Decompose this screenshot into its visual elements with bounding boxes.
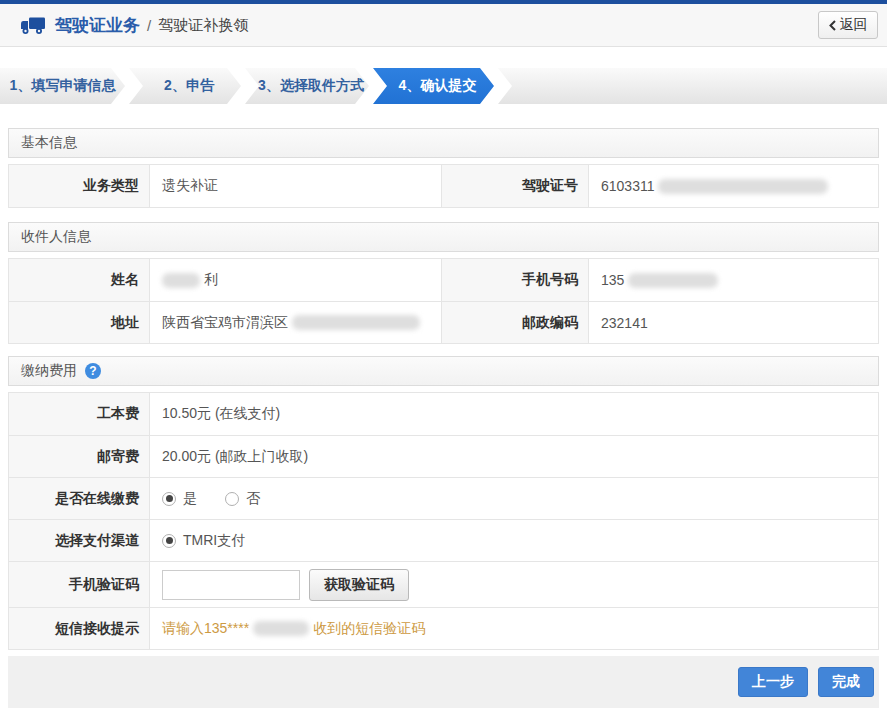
section-title: 基本信息 [21, 134, 77, 152]
table-row: 工本费 10.50元 (在线支付) [9, 393, 878, 435]
table-row: 选择支付渠道 TMRI支付 [9, 519, 878, 561]
wizard-filler [498, 68, 887, 104]
get-code-button[interactable]: 获取验证码 [309, 569, 409, 601]
basic-info-table: 业务类型 遗失补证 驾驶证号 6103311 [8, 164, 879, 208]
section-header-basic-info: 基本信息 [8, 128, 879, 158]
redacted-blur [292, 315, 420, 330]
postage-value: 20.00元 (邮政上门收取) [150, 436, 878, 477]
radio-selected-icon[interactable] [162, 534, 176, 548]
license-no-label: 驾驶证号 [441, 165, 589, 207]
table-row: 是否在线缴费 是 否 [9, 477, 878, 519]
radio-yes[interactable]: 是 [162, 490, 225, 508]
table-row: 业务类型 遗失补证 驾驶证号 6103311 [9, 165, 878, 207]
cost-label: 工本费 [9, 393, 150, 435]
radio-no[interactable]: 否 [225, 490, 288, 508]
back-button-label: 返回 [840, 16, 868, 34]
recipient-info-table: 姓名 利 手机号码 135 地址 陕西省宝鸡市渭滨区 邮政编码 232141 [8, 258, 879, 344]
truck-icon [20, 16, 46, 35]
step-wizard: 1、填写申请信息 2、申告 3、选择取件方式 4、确认提交 [0, 68, 887, 104]
sms-hint-label: 短信接收提示 [9, 608, 150, 649]
section-header-fees: 缴纳费用 ? [8, 356, 879, 386]
sms-code-label: 手机验证码 [9, 562, 150, 607]
radio-unselected-icon[interactable] [225, 492, 239, 506]
redacted-blur [628, 273, 718, 288]
help-icon[interactable]: ? [85, 363, 101, 379]
phone-value: 135 [589, 259, 878, 301]
page-title: 驾驶证业务 [55, 14, 140, 37]
online-pay-options: 是 否 [150, 478, 878, 519]
wizard-step-2[interactable]: 2、申告 [129, 68, 241, 104]
name-value: 利 [150, 259, 441, 301]
redacted-blur [658, 179, 828, 194]
chevron-left-icon [829, 20, 836, 31]
table-row: 手机验证码 获取验证码 [9, 561, 878, 607]
breadcrumb-separator: / [147, 17, 151, 34]
section-title: 缴纳费用 [21, 362, 77, 380]
online-pay-label: 是否在线缴费 [9, 478, 150, 519]
license-no-value: 6103311 [589, 165, 878, 207]
phone-label: 手机号码 [441, 259, 589, 301]
previous-step-button[interactable]: 上一步 [738, 667, 808, 697]
radio-tmri[interactable]: TMRI支付 [162, 532, 273, 550]
channel-options: TMRI支付 [150, 520, 878, 561]
address-value: 陕西省宝鸡市渭滨区 [150, 302, 441, 343]
table-row: 地址 陕西省宝鸡市渭滨区 邮政编码 232141 [9, 301, 878, 343]
postcode-value: 232141 [589, 302, 878, 343]
sms-hint-value: 请输入135**** 收到的短信验证码 [150, 608, 878, 649]
footer-action-bar: 上一步 完成 [8, 656, 879, 708]
address-label: 地址 [9, 302, 150, 343]
postcode-label: 邮政编码 [441, 302, 589, 343]
back-button[interactable]: 返回 [818, 11, 878, 39]
sms-code-input[interactable] [162, 570, 300, 600]
wizard-step-3[interactable]: 3、选择取件方式 [245, 68, 369, 104]
business-type-label: 业务类型 [9, 165, 150, 207]
table-row: 邮寄费 20.00元 (邮政上门收取) [9, 435, 878, 477]
main-content: 基本信息 业务类型 遗失补证 驾驶证号 6103311 收件人信息 姓名 利 手… [0, 128, 887, 708]
wizard-step-4[interactable]: 4、确认提交 [373, 68, 494, 104]
fees-table: 工本费 10.50元 (在线支付) 邮寄费 20.00元 (邮政上门收取) 是否… [8, 392, 879, 650]
cost-value: 10.50元 (在线支付) [150, 393, 878, 435]
section-title: 收件人信息 [21, 228, 91, 246]
name-label: 姓名 [9, 259, 150, 301]
page-header: 驾驶证业务 / 驾驶证补换领 返回 [0, 4, 887, 47]
wizard-step-1[interactable]: 1、填写申请信息 [0, 68, 125, 104]
table-row: 短信接收提示 请输入135**** 收到的短信验证码 [9, 607, 878, 649]
breadcrumb-current: 驾驶证补换领 [158, 16, 248, 35]
section-header-recipient-info: 收件人信息 [8, 222, 879, 252]
redacted-blur [162, 273, 200, 288]
radio-selected-icon[interactable] [162, 492, 176, 506]
postage-label: 邮寄费 [9, 436, 150, 477]
channel-label: 选择支付渠道 [9, 520, 150, 561]
table-row: 姓名 利 手机号码 135 [9, 259, 878, 301]
sms-code-cell: 获取验证码 [150, 562, 878, 607]
redacted-blur [253, 621, 309, 636]
business-type-value: 遗失补证 [150, 165, 441, 207]
finish-button[interactable]: 完成 [818, 667, 874, 697]
